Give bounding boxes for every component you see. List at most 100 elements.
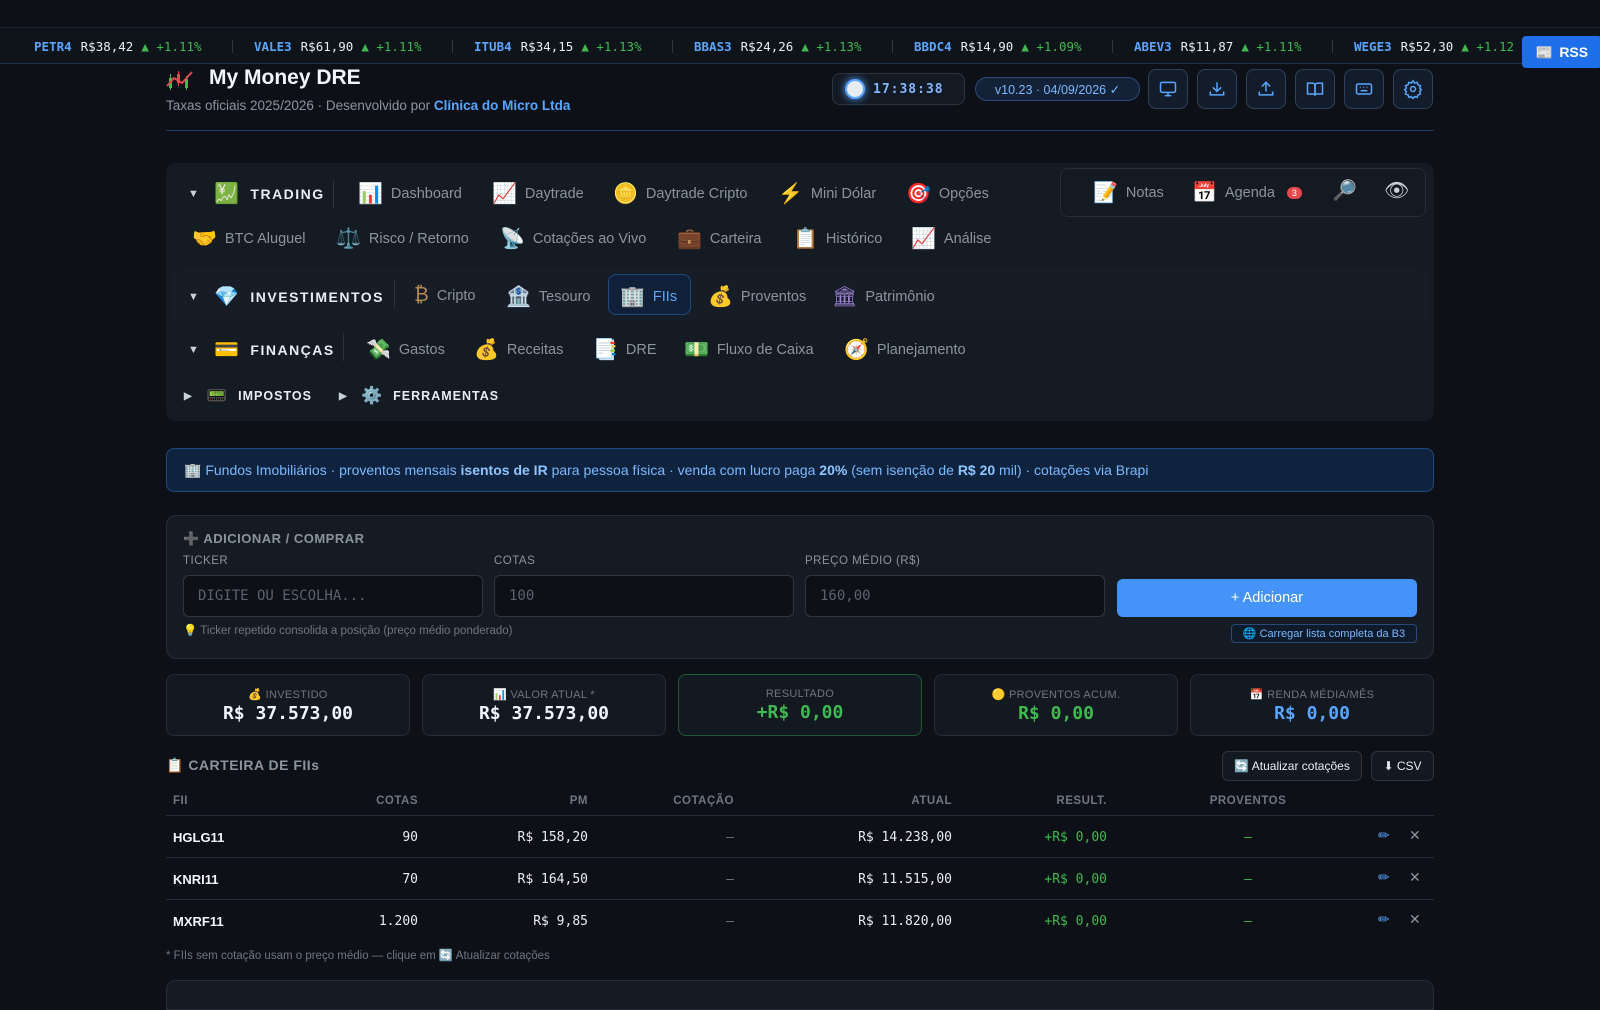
briefcase-icon: 💼 <box>677 228 702 250</box>
csv-button[interactable]: ⬇ CSV <box>1371 751 1434 781</box>
nav-daytrade[interactable]: 📈 Daytrade <box>492 181 584 206</box>
search-button[interactable]: 🔎 <box>1332 178 1357 203</box>
nav-dre[interactable]: 📑 DRE <box>593 337 657 362</box>
privacy-toggle[interactable]: 👁 <box>1384 178 1409 203</box>
nav-gastos[interactable]: 💸 Gastos <box>366 337 445 362</box>
summary-card-investido: 💰 INVESTIDO R$ 37.573,00 <box>166 674 410 736</box>
load-b3-button[interactable]: 🌐 Carregar lista completa da B3 <box>1231 624 1417 643</box>
close-icon[interactable]: ✕ <box>1409 869 1421 886</box>
card-label: 📅 RENDA MÉDIA/MÊS <box>1249 689 1375 701</box>
nav-cripto[interactable]: ₿ Cripto <box>414 284 476 307</box>
nav-tesouro[interactable]: 🏦 Tesouro <box>506 284 591 309</box>
nav-cotacoes-ao-vivo[interactable]: 📡 Cotações ao Vivo <box>500 226 646 251</box>
gear-icon <box>1403 79 1423 99</box>
ticker-item[interactable]: ABEV3 R$11,87 ▲ +1.11% <box>1134 28 1302 63</box>
nav-label: Gastos <box>398 341 445 358</box>
nav-label: Agenda <box>1224 184 1275 201</box>
nav-planejamento[interactable]: 🧭 Planejamento <box>844 337 966 362</box>
ticker-item[interactable]: ITUB4 R$34,15 ▲ +1.13% <box>474 28 642 63</box>
ticker-item[interactable]: WEGE3 R$52,30 ▲ +1.12 <box>1354 28 1514 63</box>
section-investimentos[interactable]: ▼ 💎 INVESTIMENTOS <box>188 284 384 309</box>
col-pm[interactable]: PM <box>470 795 588 807</box>
nav-risco-retorno[interactable]: ⚖️ Risco / Retorno <box>336 226 469 251</box>
nav-receitas[interactable]: 💰 Receitas <box>474 337 563 362</box>
quick-notas[interactable]: 📝 Notas <box>1093 180 1164 205</box>
cell-atual: R$ 11.820,00 <box>858 914 952 929</box>
ticker-item[interactable]: BBDC4 R$14,90 ▲ +1.09% <box>914 28 1082 63</box>
ticker-change: ▲ +1.13% <box>801 39 862 54</box>
company-link[interactable]: Clínica do Micro Ltda <box>434 98 571 113</box>
section-financas[interactable]: ▼ 💳 FINANÇAS <box>188 337 335 362</box>
chart-up-icon: 💹 <box>214 183 241 205</box>
ticker-item[interactable]: PETR4 R$38,42 ▲ +1.11% <box>34 28 202 63</box>
ticker-item[interactable]: BBAS3 R$24,26 ▲ +1.13% <box>694 28 862 63</box>
ticker-item[interactable]: VALE3 R$61,90 ▲ +1.11% <box>254 28 422 63</box>
nav-carteira[interactable]: 💼 Carteira <box>677 226 761 251</box>
nav-proventos[interactable]: 💰 Proventos <box>708 284 806 309</box>
edit-icon[interactable]: ✏ <box>1378 827 1390 844</box>
rss-label: RSS <box>1559 44 1589 60</box>
cell-cotas: 70 <box>402 872 418 887</box>
nav-fluxo-de-caixa[interactable]: 💵 Fluxo de Caixa <box>684 337 814 362</box>
satellite-icon: 📡 <box>500 228 525 250</box>
close-icon[interactable]: ✕ <box>1409 911 1421 928</box>
ticker-symbol: VALE3 <box>254 39 292 54</box>
nav-mini-dolar[interactable]: ⚡ Mini Dólar <box>778 181 876 206</box>
cell-pm: R$ 158,20 <box>517 830 588 845</box>
edit-icon[interactable]: ✏ <box>1378 911 1390 928</box>
lightning-icon: ⚡ <box>778 183 803 205</box>
nav-analise[interactable]: 📈 Análise <box>911 226 991 251</box>
col-proventos[interactable]: PROVENTOS <box>1180 795 1316 807</box>
col-cotas[interactable]: COTAS <box>300 795 418 807</box>
section-trading[interactable]: ▼ 💹 TRADING <box>188 181 325 206</box>
nav-daytrade-cripto[interactable]: 🪙 Daytrade Cripto <box>613 181 747 206</box>
preco-label: PREÇO MÉDIO (R$) <box>805 555 921 567</box>
version-badge[interactable]: v10.23 · 04/09/2026 ✓ <box>975 77 1140 101</box>
line-chart-icon: 📈 <box>492 183 517 205</box>
app-title: My Money DRE <box>209 66 361 89</box>
shortcuts-button[interactable] <box>1344 69 1384 109</box>
rss-button[interactable]: 📰 RSS <box>1522 36 1600 68</box>
settings-button[interactable] <box>1393 69 1433 109</box>
cell-ticker: KNRI11 <box>173 872 219 887</box>
upload-button[interactable] <box>1246 69 1286 109</box>
nav-patrimonio[interactable]: 🏛 Patrimônio <box>832 284 935 309</box>
section-ferramentas[interactable]: ▶ ⚙️ FERRAMENTAS <box>339 386 499 406</box>
nav-label: Daytrade <box>524 185 584 202</box>
add-button[interactable]: + Adicionar <box>1117 579 1417 617</box>
refresh-quotes-button[interactable]: 🔄 Atualizar cotações <box>1222 751 1362 781</box>
col-fii[interactable]: FII <box>173 795 188 807</box>
nav-historico[interactable]: 📋 Histórico <box>793 226 882 251</box>
summary-card-renda-media: 📅 RENDA MÉDIA/MÊS R$ 0,00 <box>1190 674 1434 736</box>
ticker-input[interactable] <box>183 575 483 617</box>
manual-button[interactable] <box>1295 69 1335 109</box>
col-atual[interactable]: ATUAL <box>820 795 952 807</box>
nav-label: Histórico <box>825 230 883 247</box>
close-icon[interactable]: ✕ <box>1409 827 1421 844</box>
chevron-down-icon: ▼ <box>188 187 201 200</box>
nav-label: Proventos <box>740 288 807 305</box>
nav-opcoes[interactable]: 🎯 Opções <box>906 181 989 206</box>
cotas-input[interactable] <box>494 575 794 617</box>
nav-btc-aluguel[interactable]: 🤝 BTC Aluguel <box>192 226 306 251</box>
header-divider <box>166 130 1434 131</box>
section-impostos[interactable]: ▶ 📟 IMPOSTOS <box>184 386 312 406</box>
download-button[interactable] <box>1197 69 1237 109</box>
preco-input[interactable] <box>805 575 1105 617</box>
cell-cotas: 90 <box>402 830 418 845</box>
nav-dashboard[interactable]: 📊 Dashboard <box>358 181 462 206</box>
trend-icon: 📈 <box>911 228 936 250</box>
desktop-button[interactable] <box>1148 69 1188 109</box>
nav-fiis[interactable]: 🏢 FIIs <box>620 284 677 309</box>
nav-label: Planejamento <box>876 341 966 358</box>
ticker-change: ▲ +1.11% <box>141 39 202 54</box>
cell-pm: R$ 164,50 <box>517 872 588 887</box>
quick-agenda[interactable]: 📅 Agenda 3 <box>1192 180 1302 205</box>
chevron-down-icon: ▼ <box>188 290 201 303</box>
add-hint: 💡 Ticker repetido consolida a posição (p… <box>183 625 513 637</box>
edit-icon[interactable]: ✏ <box>1378 869 1390 886</box>
info-text: mil) · cotações via Brapi <box>995 462 1149 478</box>
col-result[interactable]: RESULT. <box>990 795 1107 807</box>
col-cotacao[interactable]: COTAÇÃO <box>620 795 734 807</box>
bank-icon: 🏦 <box>506 286 531 308</box>
